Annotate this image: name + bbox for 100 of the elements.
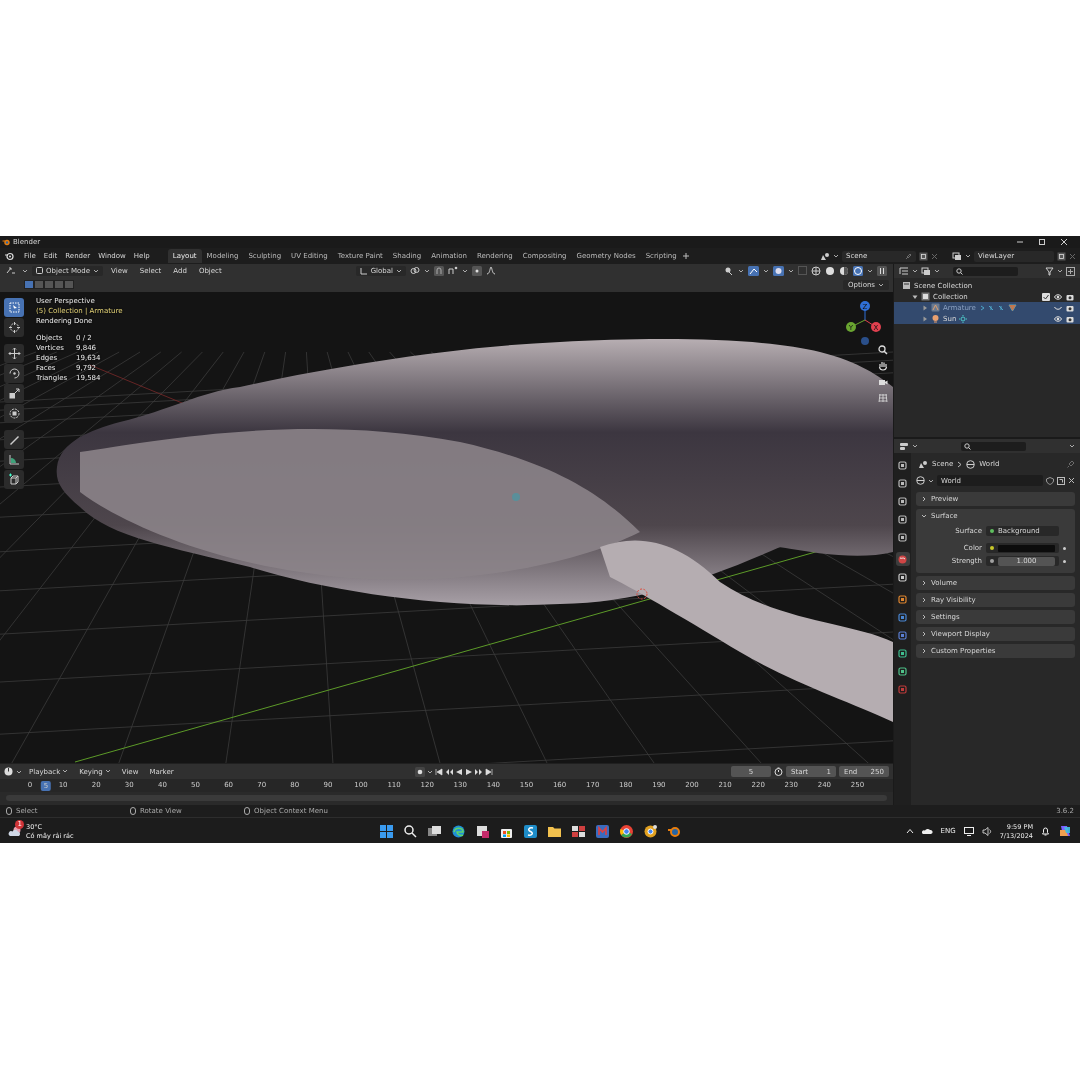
selection-mode-icon[interactable] bbox=[24, 280, 34, 289]
search-icon[interactable] bbox=[402, 823, 418, 839]
jump-start-icon[interactable] bbox=[435, 767, 444, 776]
browser-icon[interactable] bbox=[618, 823, 634, 839]
view-layer-icon[interactable] bbox=[921, 266, 931, 276]
play-reverse-icon[interactable] bbox=[455, 767, 464, 776]
maximize-icon[interactable] bbox=[1038, 238, 1046, 246]
checkbox-icon[interactable] bbox=[1042, 292, 1050, 301]
tool-rotate-icon[interactable] bbox=[7, 367, 21, 380]
camera-icon[interactable] bbox=[1066, 303, 1074, 312]
overlay-toggle-icon[interactable] bbox=[773, 265, 784, 276]
disclosure-triangle-icon[interactable] bbox=[912, 293, 918, 300]
tool-move-icon[interactable] bbox=[7, 347, 21, 360]
blender-logo-icon bbox=[2, 238, 10, 246]
falloff-curve-icon[interactable] bbox=[486, 266, 496, 275]
filter-icon[interactable] bbox=[1045, 266, 1054, 276]
copilot-icon[interactable] bbox=[1058, 824, 1072, 838]
letter-s-app-icon[interactable] bbox=[522, 823, 538, 839]
play-icon[interactable] bbox=[465, 767, 474, 776]
start-icon[interactable] bbox=[378, 823, 394, 839]
properties-physics-tab-icon[interactable] bbox=[898, 612, 907, 622]
properties-view-layer-tab-icon[interactable] bbox=[898, 514, 907, 524]
material-shading-icon[interactable] bbox=[839, 265, 849, 276]
properties-object-tab-icon[interactable] bbox=[898, 594, 907, 604]
properties-world-tab-icon[interactable] bbox=[898, 554, 907, 564]
stopwatch-icon[interactable] bbox=[774, 767, 783, 776]
hand-icon[interactable] bbox=[878, 361, 888, 371]
sun-data-icon bbox=[959, 314, 968, 323]
cloud-icon[interactable] bbox=[921, 827, 933, 835]
snap-icon[interactable] bbox=[434, 265, 444, 276]
fake-user-icon[interactable] bbox=[1046, 476, 1054, 485]
task-view-icon[interactable] bbox=[426, 823, 442, 839]
weather-cloud-icon[interactable] bbox=[8, 825, 22, 837]
camera-icon[interactable] bbox=[1066, 292, 1074, 301]
record-icon[interactable] bbox=[415, 766, 426, 777]
browser-icon[interactable] bbox=[642, 823, 658, 839]
eye-icon[interactable] bbox=[1054, 314, 1062, 323]
camera-icon[interactable] bbox=[1066, 314, 1074, 323]
editor-type-icon[interactable] bbox=[899, 441, 909, 451]
eye-icon[interactable] bbox=[1054, 292, 1062, 301]
rendered-shading-icon[interactable] bbox=[853, 265, 863, 276]
search-field[interactable] bbox=[961, 441, 1026, 451]
properties-tool-tab-icon[interactable] bbox=[898, 460, 907, 470]
add-tab-icon[interactable] bbox=[681, 252, 690, 260]
tool-transform-icon[interactable] bbox=[7, 407, 21, 420]
gizmo-toggle-icon[interactable] bbox=[748, 265, 759, 276]
pin-icon[interactable] bbox=[1067, 460, 1075, 468]
zoom-icon[interactable] bbox=[878, 345, 888, 355]
tool-scale-icon[interactable] bbox=[7, 387, 21, 400]
color-swatch[interactable] bbox=[998, 544, 1055, 552]
properties-render-tab-icon[interactable] bbox=[898, 478, 907, 488]
properties-constraints-tab-icon[interactable] bbox=[898, 630, 907, 640]
grid-app-icon[interactable] bbox=[570, 823, 586, 839]
camera-icon[interactable] bbox=[878, 377, 888, 387]
pin-icon[interactable] bbox=[905, 252, 912, 260]
wireframe-shading-icon[interactable] bbox=[811, 265, 821, 276]
timeline-editor-icon[interactable] bbox=[4, 767, 13, 776]
pivot-icon[interactable] bbox=[410, 266, 420, 275]
jump-end-icon[interactable] bbox=[485, 767, 494, 776]
properties-texture-tab-icon[interactable] bbox=[898, 684, 907, 694]
keyframe-dot-icon[interactable] bbox=[1063, 559, 1066, 563]
browser-icon[interactable] bbox=[450, 823, 466, 839]
volume-icon[interactable] bbox=[981, 826, 992, 836]
copy-icon[interactable] bbox=[1057, 251, 1066, 261]
tool-add-cube-icon[interactable] bbox=[7, 473, 21, 486]
view-layer-icon[interactable] bbox=[952, 251, 962, 261]
copy-icon[interactable] bbox=[919, 251, 928, 261]
tool-measure-icon[interactable] bbox=[7, 453, 21, 466]
next-keyframe-icon[interactable] bbox=[475, 767, 484, 776]
display-icon[interactable] bbox=[963, 826, 974, 836]
properties-output-tab-icon[interactable] bbox=[898, 496, 907, 506]
properties-collection-tab-icon[interactable] bbox=[898, 572, 907, 582]
previous-keyframe-icon[interactable] bbox=[445, 767, 454, 776]
mouse-icon bbox=[130, 807, 136, 815]
keyframe-dot-icon[interactable] bbox=[1063, 546, 1066, 550]
new-collection-icon[interactable] bbox=[1066, 266, 1075, 276]
chevron-up-icon[interactable] bbox=[905, 828, 914, 834]
pause-icon[interactable] bbox=[877, 265, 887, 276]
properties-data-tab-icon[interactable] bbox=[898, 648, 907, 658]
letter-m-app-icon[interactable] bbox=[594, 823, 610, 839]
search-field[interactable] bbox=[953, 266, 1018, 276]
properties-scene-tab-icon[interactable] bbox=[898, 532, 907, 542]
world-icon[interactable] bbox=[916, 476, 925, 485]
tool-cursor-icon[interactable] bbox=[7, 321, 21, 334]
editor-type-icon[interactable] bbox=[6, 266, 18, 275]
visibility-icon[interactable] bbox=[724, 266, 734, 275]
search-icon bbox=[956, 267, 963, 275]
close-icon[interactable] bbox=[1068, 477, 1075, 484]
snap-target-icon[interactable] bbox=[448, 266, 458, 275]
solid-shading-icon[interactable] bbox=[825, 265, 835, 276]
tool-select-icon[interactable] bbox=[7, 301, 21, 314]
properties-bone-tab-icon[interactable] bbox=[898, 666, 907, 676]
scene-icon[interactable] bbox=[820, 251, 830, 261]
grid-icon[interactable] bbox=[878, 393, 888, 403]
copy-icon[interactable] bbox=[1057, 476, 1065, 485]
notification-bell-icon[interactable] bbox=[1041, 826, 1050, 836]
display-mode-icon[interactable] bbox=[899, 266, 909, 276]
snipping-icon[interactable] bbox=[474, 823, 490, 839]
proportional-edit-icon[interactable] bbox=[472, 265, 482, 276]
minimize-icon[interactable] bbox=[1016, 238, 1024, 246]
